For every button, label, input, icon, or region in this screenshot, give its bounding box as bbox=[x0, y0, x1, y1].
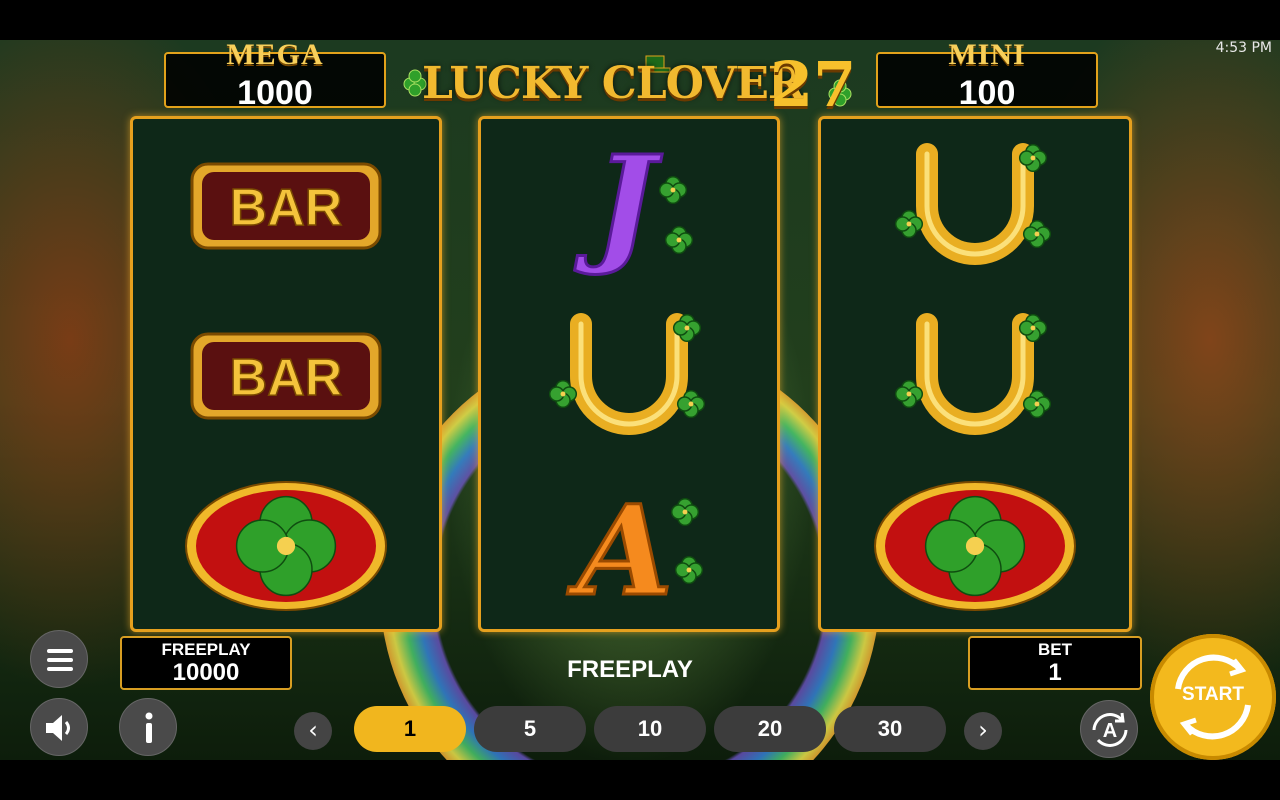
autoplay-icon: A bbox=[1092, 712, 1128, 747]
horseshoe-symbol bbox=[481, 293, 777, 463]
info-button[interactable] bbox=[119, 698, 177, 756]
clover-symbol bbox=[821, 463, 1129, 633]
bet-value: 1 bbox=[1048, 659, 1062, 686]
jack-text: J bbox=[574, 129, 663, 279]
clover-icon bbox=[874, 481, 1076, 611]
horseshoe-icon bbox=[894, 143, 1052, 265]
start-label: START bbox=[1182, 684, 1244, 705]
clover-icon bbox=[185, 481, 387, 611]
bar-icon: BAR bbox=[190, 162, 382, 250]
autoplay-button[interactable]: A bbox=[1080, 700, 1138, 758]
reel-3 bbox=[818, 116, 1132, 632]
ace-symbol: A bbox=[481, 463, 777, 633]
mini-jackpot: MINI 100 bbox=[876, 40, 1098, 112]
mega-jackpot: MEGA 1000 bbox=[164, 40, 386, 112]
freeplay-balance: FREEPLAY 10000 bbox=[120, 636, 292, 690]
horseshoe-symbol bbox=[821, 293, 1129, 463]
jack-symbol: J bbox=[481, 123, 777, 293]
speaker-icon bbox=[46, 715, 70, 741]
sound-button[interactable] bbox=[30, 698, 88, 756]
bet-option[interactable]: 1 bbox=[354, 706, 466, 752]
freeplay-balance-label: FREEPLAY bbox=[161, 640, 251, 659]
reel-1: BAR BAR bbox=[130, 116, 442, 632]
bar-icon: BAR bbox=[190, 332, 382, 420]
info-icon bbox=[145, 712, 153, 743]
game-area: MEGA 1000 LUCKY CLOVER 27 MINI 100 BAR B… bbox=[0, 40, 1280, 760]
freeplay-balance-value: 10000 bbox=[172, 659, 240, 686]
mega-jackpot-label: MEGA bbox=[226, 40, 324, 71]
bet-label: BET bbox=[1038, 640, 1072, 659]
clover-symbol bbox=[133, 463, 439, 633]
status-bar bbox=[0, 0, 1280, 40]
menu-button[interactable] bbox=[30, 630, 88, 688]
start-button[interactable]: START bbox=[1150, 634, 1276, 760]
bet-prev-button[interactable]: ‹ bbox=[294, 712, 332, 750]
mini-jackpot-label: MINI bbox=[948, 40, 1026, 71]
system-nav-bar bbox=[0, 760, 1280, 800]
horseshoe-icon bbox=[894, 313, 1052, 435]
game-mode-label: FREEPLAY bbox=[567, 656, 693, 683]
jack-icon: J bbox=[572, 128, 694, 281]
bar-symbol: BAR bbox=[133, 293, 439, 463]
game-logo: LUCKY CLOVER 27 bbox=[400, 44, 860, 124]
bet-display: BET 1 bbox=[968, 636, 1142, 690]
ace-icon: A bbox=[565, 478, 704, 626]
mega-jackpot-value: 1000 bbox=[237, 74, 313, 112]
autoplay-label: A bbox=[1103, 720, 1117, 742]
logo-number: 27 bbox=[770, 48, 857, 121]
bet-option[interactable]: 5 bbox=[474, 706, 586, 752]
menu-icon bbox=[47, 649, 73, 671]
bar-text: BAR bbox=[230, 179, 343, 237]
bar-symbol: BAR bbox=[133, 123, 439, 293]
bet-option[interactable]: 20 bbox=[714, 706, 826, 752]
ace-text: A bbox=[567, 479, 673, 624]
bet-next-button[interactable]: › bbox=[964, 712, 1002, 750]
bet-option[interactable]: 10 bbox=[594, 706, 706, 752]
horseshoe-icon bbox=[548, 313, 706, 435]
mini-jackpot-value: 100 bbox=[958, 74, 1016, 112]
bet-option[interactable]: 30 bbox=[834, 706, 946, 752]
bar-text: BAR bbox=[230, 349, 343, 407]
horseshoe-symbol bbox=[821, 123, 1129, 293]
reel-2: J A bbox=[478, 116, 780, 632]
logo-title: LUCKY CLOVER bbox=[422, 58, 804, 109]
status-time: 4:53 PM bbox=[1215, 40, 1272, 56]
